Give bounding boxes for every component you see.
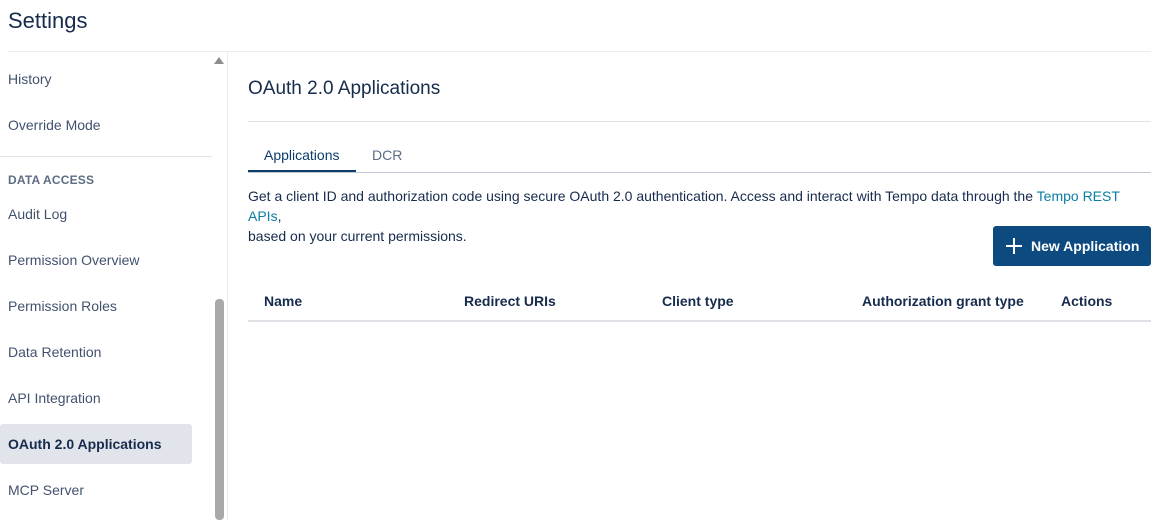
- sidebar-item-mcp-server[interactable]: MCP Server: [0, 470, 192, 510]
- sidebar-item-history[interactable]: History: [0, 59, 192, 99]
- column-header-actions[interactable]: Actions: [1061, 282, 1112, 320]
- sidebar-scrollbar-thumb[interactable]: [215, 299, 224, 520]
- sidebar-item-permission-roles[interactable]: Permission Roles: [0, 286, 192, 326]
- column-header-client-type[interactable]: Client type: [662, 282, 734, 320]
- tab-bar: Applications DCR: [248, 140, 1151, 173]
- scroll-up-arrow-icon[interactable]: [214, 57, 224, 64]
- sidebar-item-audit-log[interactable]: Audit Log: [0, 194, 192, 234]
- applications-table-header: Name Redirect URIs Client type Authoriza…: [248, 282, 1151, 322]
- tab-dcr[interactable]: DCR: [372, 140, 402, 171]
- sidebar-item-data-retention[interactable]: Data Retention: [0, 332, 192, 372]
- tab-applications[interactable]: Applications: [248, 140, 356, 172]
- new-application-label: New Application: [1031, 238, 1140, 254]
- main-title-divider: [248, 121, 1151, 122]
- page-title: Settings: [8, 8, 88, 33]
- sidebar-item-oauth-applications[interactable]: OAuth 2.0 Applications: [0, 424, 192, 464]
- sidebar: History Override Mode DATA ACCESS Audit …: [0, 52, 228, 520]
- description-text-line2: based on your current permissions.: [248, 228, 467, 244]
- description-text: Get a client ID and authorization code u…: [248, 188, 1037, 204]
- section-label-data-access: DATA ACCESS: [8, 173, 95, 187]
- sidebar-item-override-mode[interactable]: Override Mode: [0, 105, 192, 145]
- sidebar-border: [227, 52, 228, 520]
- sidebar-divider: [0, 156, 212, 157]
- description-suffix: ,: [277, 208, 282, 224]
- sidebar-item-api-integration[interactable]: API Integration: [0, 378, 192, 418]
- plus-icon: [1006, 238, 1022, 254]
- column-header-name[interactable]: Name: [264, 282, 302, 320]
- column-header-redirect-uris[interactable]: Redirect URIs: [464, 282, 556, 320]
- column-header-authorization-grant-type[interactable]: Authorization grant type: [862, 282, 1024, 320]
- sidebar-item-permission-overview[interactable]: Permission Overview: [0, 240, 192, 280]
- main-title: OAuth 2.0 Applications: [248, 78, 441, 99]
- new-application-button[interactable]: New Application: [993, 226, 1151, 266]
